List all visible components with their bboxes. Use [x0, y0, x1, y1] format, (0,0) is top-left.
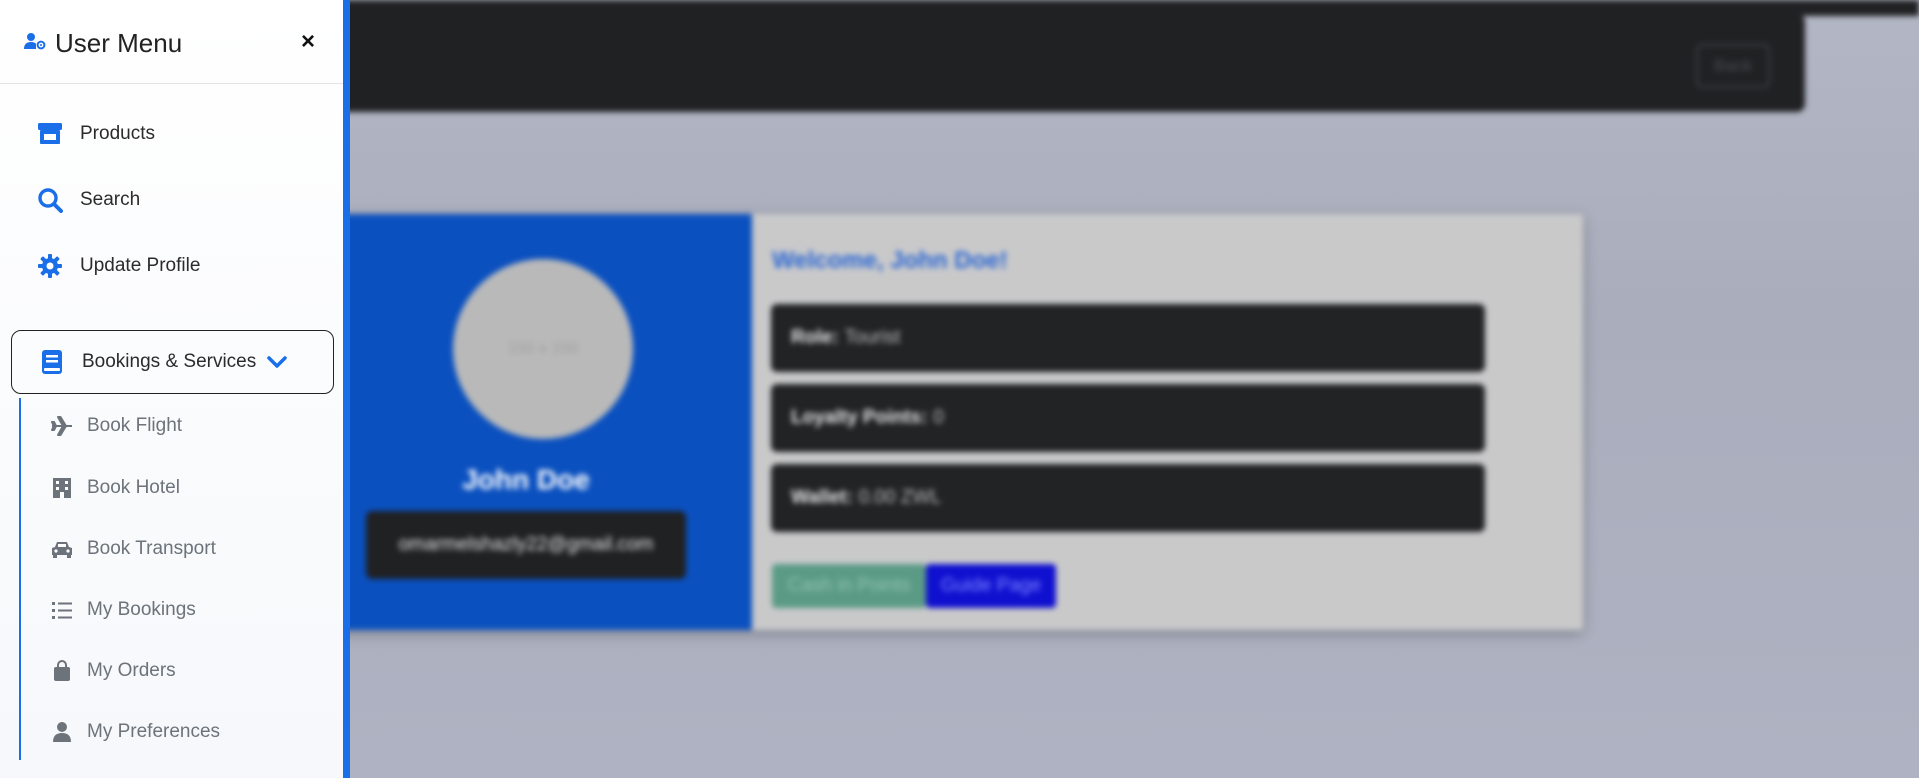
- hotel-icon: [51, 477, 73, 499]
- profile-card: 150 x 150 John Doe omarmelshazly22@gmail…: [300, 214, 1583, 630]
- bookings-services-toggle[interactable]: Bookings & Services: [11, 330, 334, 394]
- profile-name: John Doe: [462, 464, 590, 495]
- info-loyalty-label: Loyalty Points:: [791, 407, 928, 428]
- submenu-item-label: My Preferences: [87, 721, 221, 742]
- sidebar-item-label: Search: [80, 189, 141, 210]
- plane-icon: [51, 415, 73, 437]
- submenu-item-book-hotel[interactable]: Book Hotel: [51, 471, 180, 505]
- info-wallet: Wallet: 0.00 ZWL: [771, 464, 1485, 532]
- info-role: Role: Tourist: [771, 304, 1485, 372]
- sidebar-item-products[interactable]: Products: [36, 114, 155, 154]
- sidebar-item-update-profile[interactable]: Update Profile: [36, 246, 200, 286]
- submenu-item-label: Book Flight: [87, 415, 183, 436]
- info-loyalty: Loyalty Points: 0: [771, 384, 1485, 452]
- submenu-item-my-orders[interactable]: My Orders: [51, 654, 176, 688]
- sidebar-item-label: Products: [80, 123, 155, 144]
- car-icon: [51, 538, 73, 560]
- close-icon[interactable]: ×: [296, 30, 320, 54]
- welcome-heading: Welcome, John Doe!: [772, 247, 1008, 274]
- bookings-services-label: Bookings & Services: [82, 351, 257, 372]
- bag-icon: [51, 660, 73, 682]
- bookings-submenu: Book Flight Book Hotel Book Transport My…: [19, 398, 319, 760]
- submenu-item-book-transport[interactable]: Book Transport: [51, 532, 216, 566]
- sidebar-item-search[interactable]: Search: [36, 180, 140, 220]
- sidebar-title: User Menu: [55, 28, 183, 58]
- user-icon: [51, 721, 73, 743]
- user-menu-sidebar: User Menu × Products Search Update Profi…: [0, 0, 350, 778]
- submenu-item-label: Book Transport: [87, 538, 216, 559]
- submenu-item-book-flight[interactable]: Book Flight: [51, 409, 182, 443]
- sidebar-header: User Menu ×: [0, 0, 343, 84]
- book-icon: [38, 348, 66, 376]
- info-loyalty-value: 0: [933, 407, 944, 428]
- user-cog-icon: [24, 32, 46, 50]
- sidebar-item-label: Update Profile: [80, 255, 201, 276]
- submenu-item-label: Book Hotel: [87, 477, 180, 498]
- submenu-item-label: My Bookings: [87, 599, 196, 620]
- guide-page-button[interactable]: Guide Page: [926, 564, 1056, 608]
- cash-in-points-button[interactable]: Cash in Points: [772, 564, 926, 608]
- profile-email: omarmelshazly22@gmail.com: [366, 511, 686, 579]
- submenu-item-my-preferences[interactable]: My Preferences: [51, 715, 220, 749]
- gear-icon: [36, 252, 64, 280]
- back-button[interactable]: Back: [1696, 44, 1770, 88]
- info-wallet-label: Wallet:: [791, 487, 853, 508]
- info-role-label: Role:: [791, 327, 839, 348]
- chevron-down-icon: [266, 351, 288, 373]
- submenu-item-label: My Orders: [87, 660, 176, 681]
- avatar: 150 x 150: [453, 259, 633, 439]
- search-icon: [36, 186, 64, 214]
- submenu-item-my-bookings[interactable]: My Bookings: [51, 593, 196, 627]
- info-wallet-value: 0.00 ZWL: [858, 487, 941, 508]
- info-role-value: Tourist: [844, 327, 901, 348]
- top-navbar: [300, 14, 1805, 112]
- store-icon: [36, 120, 64, 148]
- list-icon: [51, 599, 73, 621]
